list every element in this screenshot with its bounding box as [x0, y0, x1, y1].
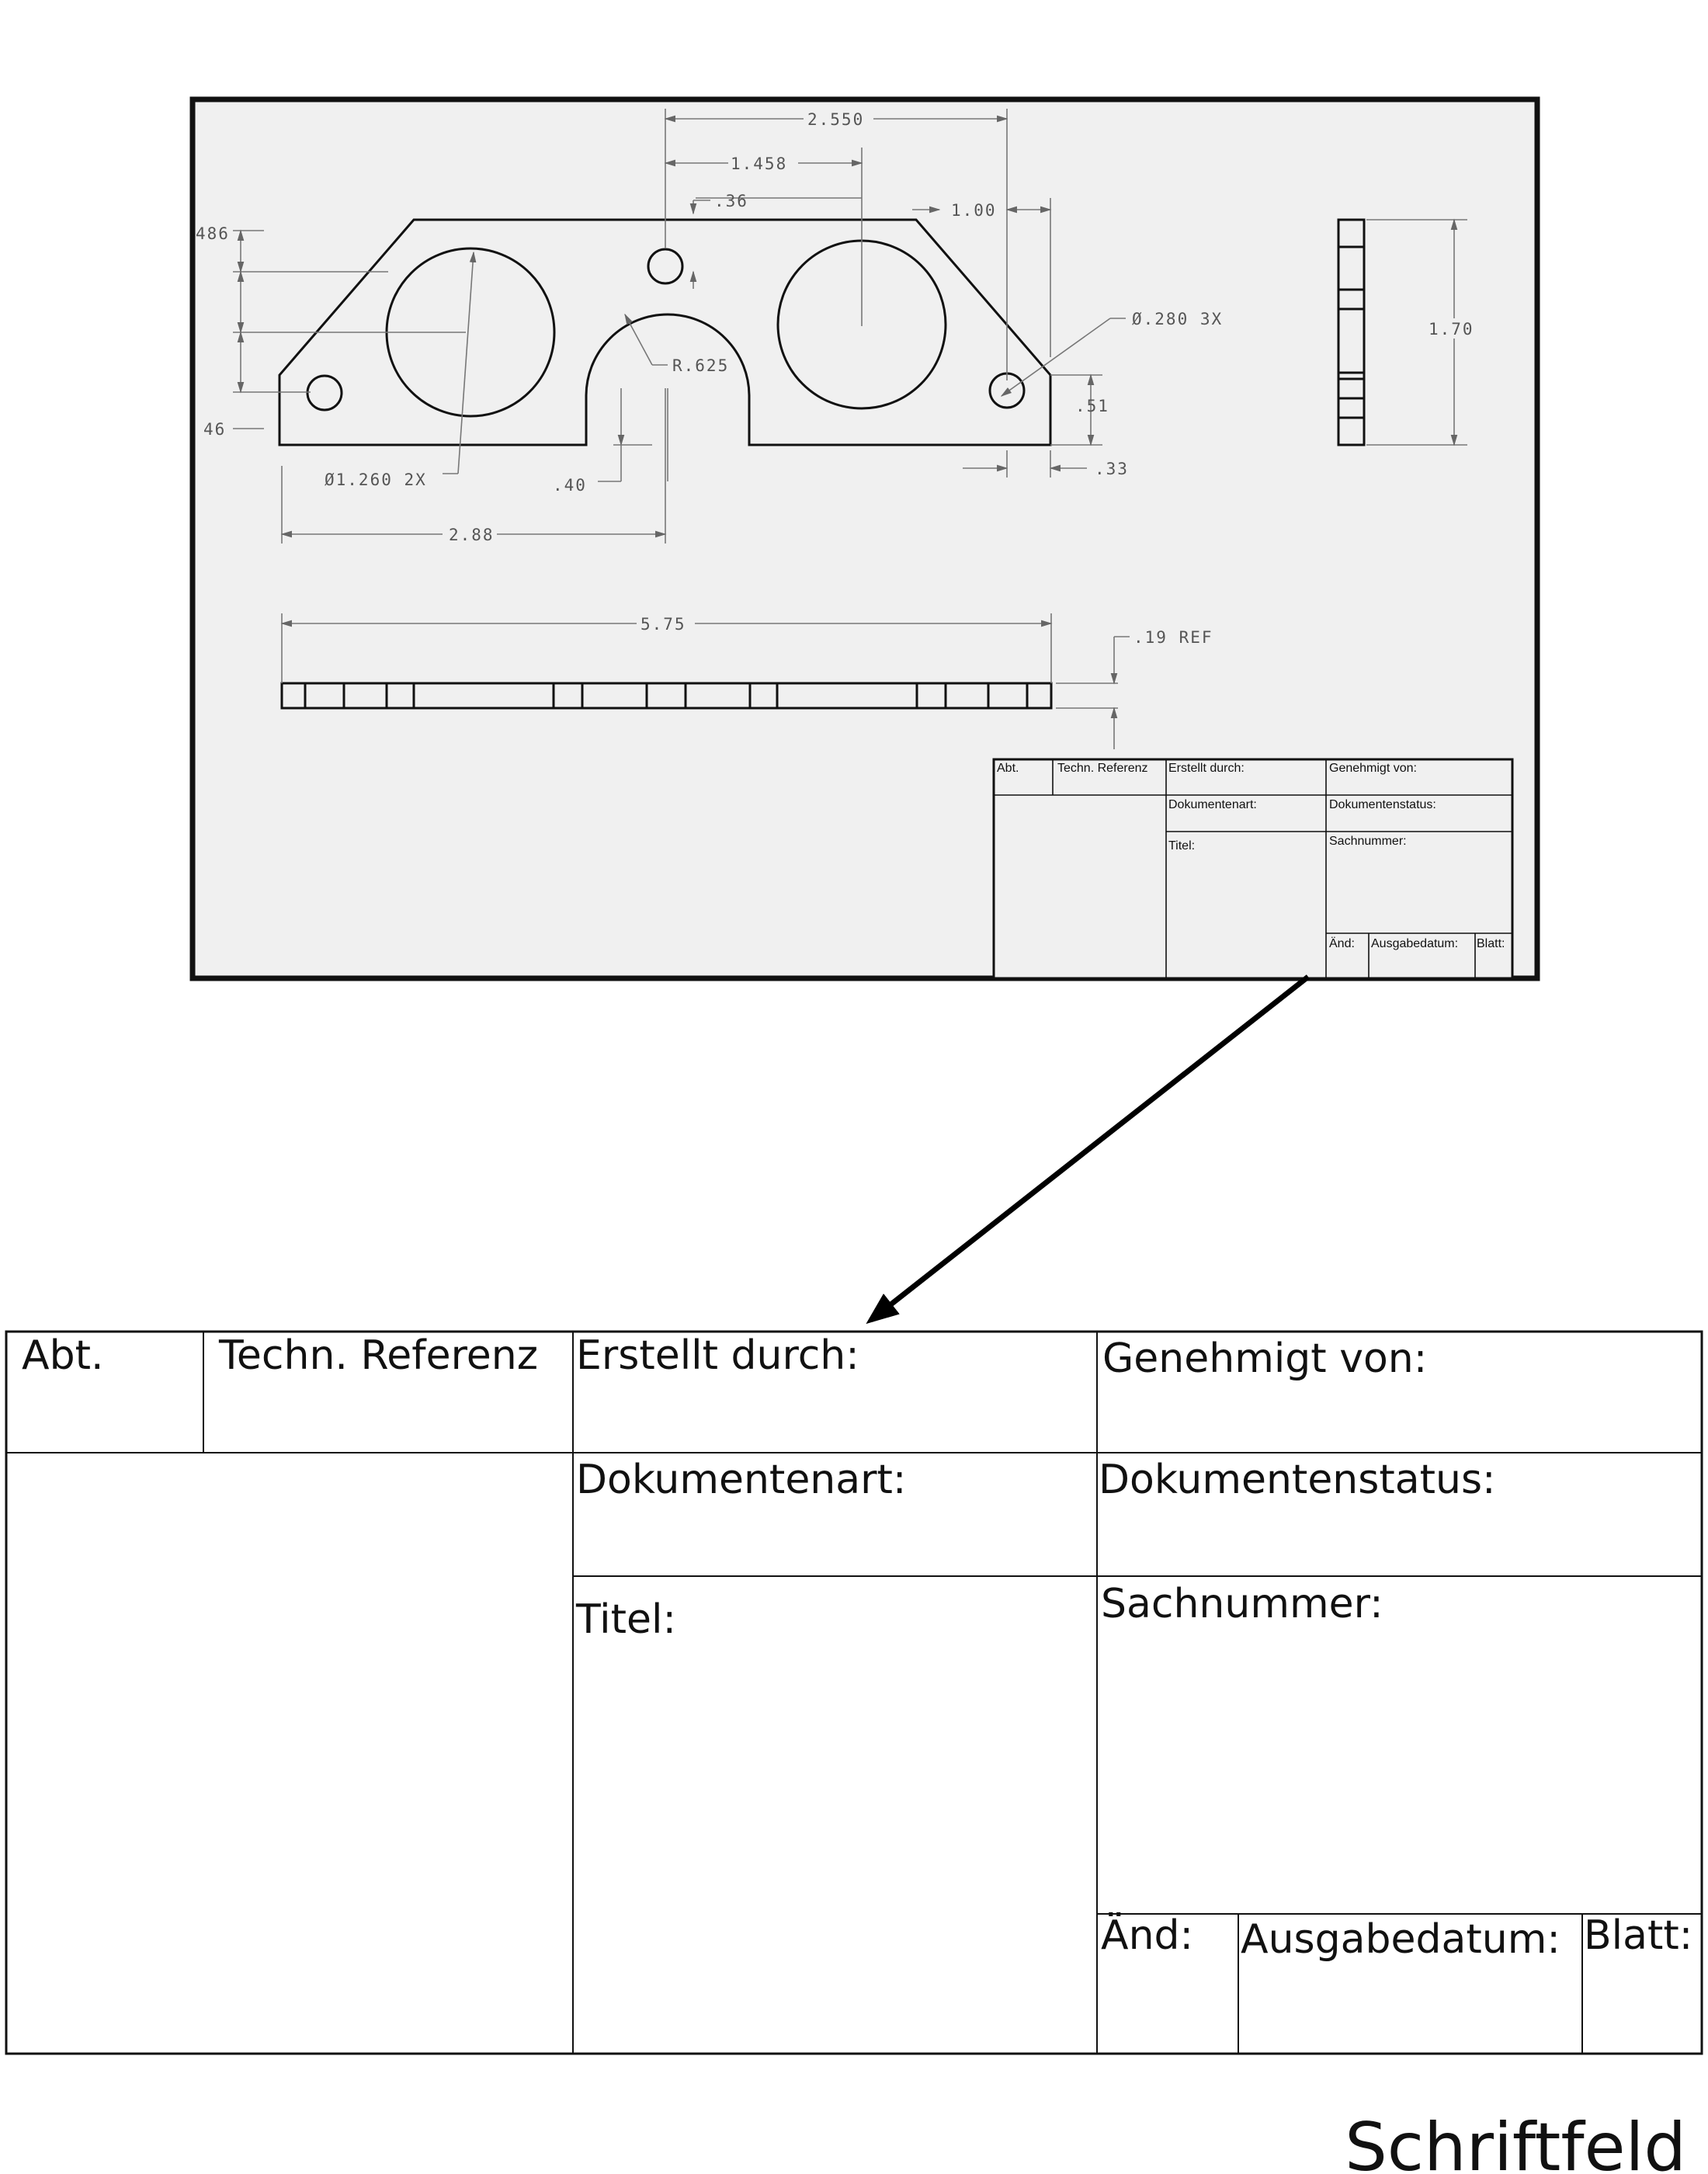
thumb-ausgabedatum: Ausgabedatum: — [1371, 937, 1458, 950]
thumb-titel: Titel: — [1168, 839, 1195, 853]
thumb-blatt: Blatt: — [1477, 937, 1505, 950]
erstellt-durch-label: Erstellt durch: — [576, 1332, 859, 1379]
techn-referenz-label: Techn. Referenz — [218, 1332, 538, 1379]
thumb-techn-referenz: Techn. Referenz — [1057, 762, 1148, 775]
sachnummer-label: Sachnummer: — [1101, 1581, 1383, 1627]
dokumentenart-label: Dokumentenart: — [576, 1457, 906, 1503]
title-block-enlarged: Abt. Techn. Referenz Erstellt durch: Gen… — [5, 1330, 1703, 2055]
dim-486: 486 — [196, 224, 230, 243]
dim-033: .33 — [1095, 460, 1129, 478]
thumb-aend: Änd: — [1329, 936, 1355, 950]
thumb-erstellt-durch: Erstellt durch: — [1168, 762, 1245, 775]
technical-drawing-diagram: 2.550 1.458 .36 1.00 486 46 Ø.280 3X R.6… — [5, 96, 1703, 2174]
zoom-pointer-arrow — [866, 974, 1311, 1325]
dim-040: .40 — [553, 476, 587, 495]
dokumentenstatus-label: Dokumentenstatus: — [1099, 1457, 1496, 1503]
dim-2550: 2.550 — [807, 110, 864, 129]
thumb-genehmigt-von: Genehmigt von: — [1329, 762, 1417, 775]
title-block-thumbnail: Abt. Techn. Referenz Erstellt durch: Gen… — [992, 758, 1514, 980]
dim-019-ref: .19 REF — [1133, 628, 1213, 647]
dim-100: 1.00 — [951, 201, 997, 220]
dim-051: .51 — [1075, 397, 1109, 415]
dim-288: 2.88 — [449, 526, 495, 544]
aend-label: Änd: — [1101, 1912, 1193, 1959]
blatt-label: Blatt: — [1584, 1912, 1692, 1959]
genehmigt-von-label: Genehmigt von: — [1102, 1335, 1427, 1382]
thumb-dokumentenart: Dokumentenart: — [1168, 798, 1257, 811]
ausgabedatum-label: Ausgabedatum: — [1241, 1916, 1560, 1963]
dim-big-diameter: Ø1.260 2X — [325, 471, 427, 489]
abt-label: Abt. — [22, 1332, 104, 1379]
thumb-sachnummer: Sachnummer: — [1329, 835, 1407, 848]
dim-170: 1.70 — [1429, 320, 1474, 339]
dim-575: 5.75 — [640, 615, 686, 634]
dim-1458: 1.458 — [731, 155, 787, 173]
dim-hole-diameter: Ø.280 3X — [1132, 310, 1223, 328]
dim-radius-625: R.625 — [672, 356, 729, 375]
caption-schriftfeld: Schriftfeld — [1345, 2109, 1686, 2174]
dim-046: 46 — [203, 420, 226, 439]
titel-label: Titel: — [575, 1596, 676, 1643]
dim-036: .36 — [714, 192, 748, 210]
thumb-abt: Abt. — [997, 762, 1019, 775]
thumb-dokumentenstatus: Dokumentenstatus: — [1329, 798, 1436, 811]
